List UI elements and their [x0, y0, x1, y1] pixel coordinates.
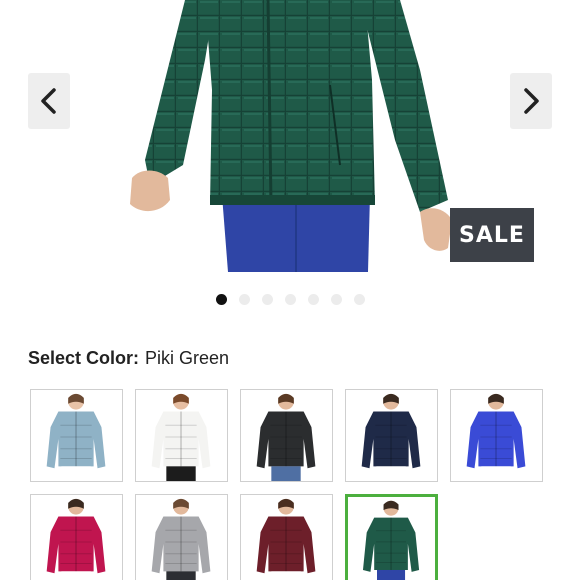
color-selection-label: Select Color: Piki Green: [28, 348, 229, 369]
chevron-left-icon: [41, 88, 56, 114]
carousel-dot[interactable]: [262, 294, 273, 305]
color-swatch[interactable]: [240, 389, 333, 482]
jacket-thumbnail: [151, 498, 211, 580]
color-swatch[interactable]: [135, 494, 228, 580]
carousel-dot[interactable]: [308, 294, 319, 305]
carousel-dot[interactable]: [216, 294, 227, 305]
carousel-pagination: [216, 294, 365, 305]
color-swatch[interactable]: [345, 494, 438, 580]
color-swatch[interactable]: [450, 389, 543, 482]
jacket-thumbnail: [46, 393, 106, 481]
jacket-thumbnail: [256, 393, 316, 481]
color-swatch[interactable]: [30, 494, 123, 580]
jacket-thumbnail: [46, 498, 106, 580]
jacket-thumbnail: [466, 393, 526, 481]
sale-badge: SALE: [450, 208, 534, 262]
jacket-thumbnail: [151, 393, 211, 481]
jacket-thumbnail: [362, 500, 420, 580]
product-image: SALE: [0, 0, 580, 290]
previous-image-button[interactable]: [28, 73, 70, 129]
jacket-thumbnail: [256, 498, 316, 580]
carousel-dot[interactable]: [354, 294, 365, 305]
carousel-dot[interactable]: [331, 294, 342, 305]
color-swatch[interactable]: [345, 389, 438, 482]
selected-color-name: Piki Green: [145, 348, 230, 368]
carousel-dot[interactable]: [239, 294, 250, 305]
select-color-label: Select Color:: [28, 348, 140, 368]
color-swatch[interactable]: [135, 389, 228, 482]
carousel-dot[interactable]: [285, 294, 296, 305]
color-swatch[interactable]: [30, 389, 123, 482]
next-image-button[interactable]: [510, 73, 552, 129]
chevron-right-icon: [524, 88, 539, 114]
jacket-thumbnail: [361, 393, 421, 481]
color-swatch[interactable]: [240, 494, 333, 580]
